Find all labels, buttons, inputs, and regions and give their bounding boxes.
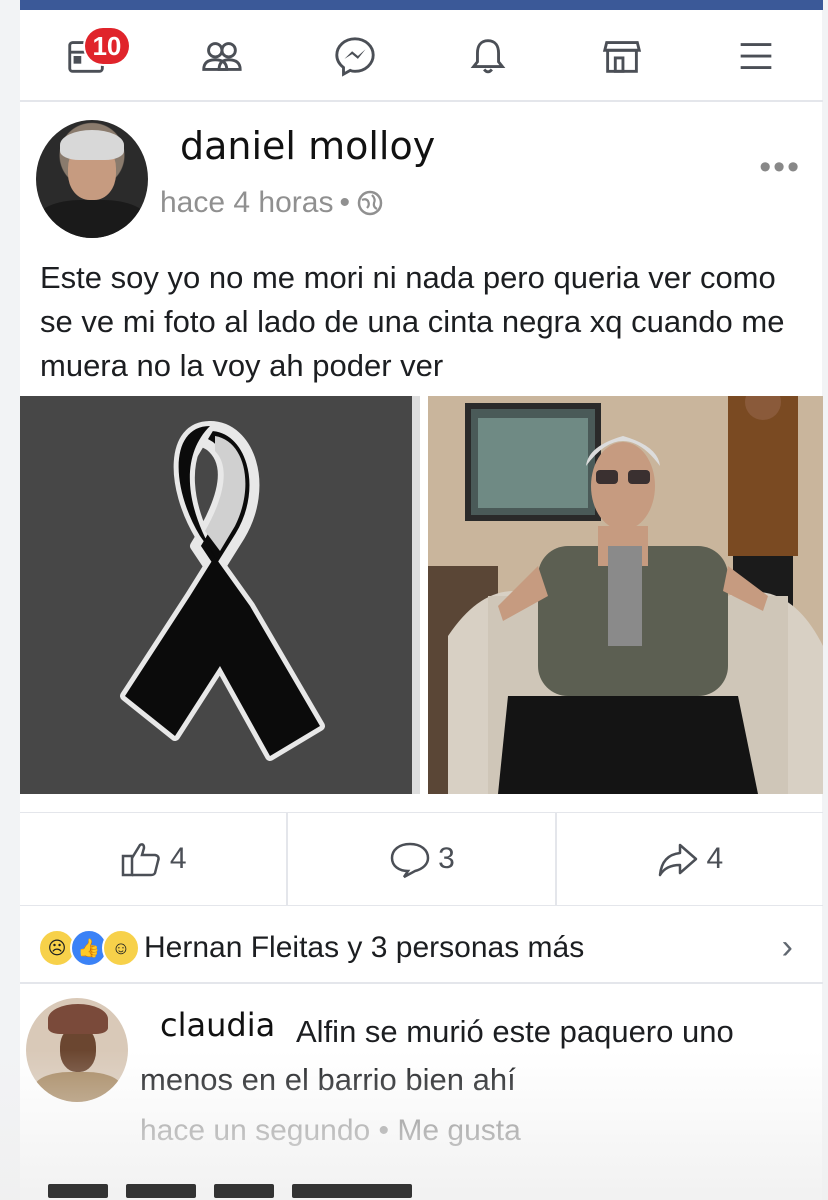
man-photo — [428, 396, 823, 794]
comment-button[interactable]: 3 — [288, 813, 557, 905]
post-action-bar: 4 3 4 — [20, 812, 823, 906]
avatar-shoulders — [36, 200, 148, 238]
post-photo-man-in-armchair[interactable] — [428, 396, 823, 794]
globe-icon — [357, 190, 383, 216]
like-button[interactable]: 4 — [20, 813, 289, 905]
notification-badge: 10 — [84, 28, 129, 64]
avatar-hat — [48, 1004, 108, 1034]
messenger-icon — [334, 37, 375, 77]
post-time-text: hace 4 horas — [160, 186, 334, 219]
comment-bubble-icon — [390, 842, 430, 879]
more-options-icon[interactable]: ••• — [759, 148, 801, 187]
comment-like-link[interactable]: Me gusta — [397, 1114, 520, 1147]
comment-count: 3 — [438, 842, 455, 875]
thumbs-up-icon — [121, 843, 160, 877]
post-timestamp: hace 4 horas • — [160, 186, 384, 220]
comment-meta: hace un segundo • Me gusta — [140, 1114, 521, 1148]
author-avatar[interactable] — [36, 120, 148, 238]
post-photo-black-ribbon[interactable] — [20, 396, 420, 794]
hamburger-menu-icon — [740, 43, 772, 69]
like-count: 4 — [169, 842, 187, 875]
black-ribbon-icon — [20, 396, 420, 794]
haha-reaction-icon: ☺ — [102, 929, 140, 967]
nav-home-feed[interactable]: 10 — [57, 26, 129, 86]
nav-messenger[interactable] — [325, 26, 385, 86]
comment-meta-separator: • — [370, 1114, 398, 1147]
top-navigation: 10 — [20, 12, 823, 102]
friends-icon — [202, 42, 242, 71]
share-count: 4 — [706, 842, 724, 875]
nav-notifications[interactable] — [458, 26, 518, 86]
commenter-avatar[interactable] — [26, 998, 128, 1102]
store-icon — [603, 41, 642, 73]
screen-edge-left — [0, 0, 20, 1200]
app-top-bar — [20, 0, 823, 10]
bell-icon — [471, 39, 506, 74]
nav-menu[interactable] — [726, 26, 786, 86]
share-arrow-icon — [659, 843, 698, 877]
avatar-hair — [60, 130, 124, 160]
reactions-summary-text: Hernan Fleitas y 3 personas más — [144, 931, 585, 964]
comment-time: hace un segundo — [140, 1114, 371, 1147]
chevron-right-icon[interactable]: › — [782, 928, 793, 967]
nav-friends[interactable] — [191, 26, 251, 86]
reaction-icons: ☹ 👍 ☺ — [38, 929, 140, 967]
share-button[interactable]: 4 — [557, 813, 823, 905]
post-author-name[interactable]: daniel molloy — [172, 124, 444, 168]
post-header: daniel molloy hace 4 horas • ••• — [20, 104, 823, 244]
reactions-summary[interactable]: ☹ 👍 ☺ Hernan Fleitas y 3 personas más › — [20, 914, 823, 984]
avatar-coat — [34, 1072, 122, 1102]
nav-marketplace[interactable] — [592, 26, 652, 86]
comment-author-name[interactable]: claudia — [154, 1006, 282, 1044]
comment: Alfin se murió este paquero uno menos en… — [20, 994, 823, 1174]
time-separator: • — [339, 186, 350, 219]
next-comment-cutoff — [48, 1184, 828, 1200]
post-body-text: Este soy yo no me mori ni nada pero quer… — [40, 260, 785, 383]
